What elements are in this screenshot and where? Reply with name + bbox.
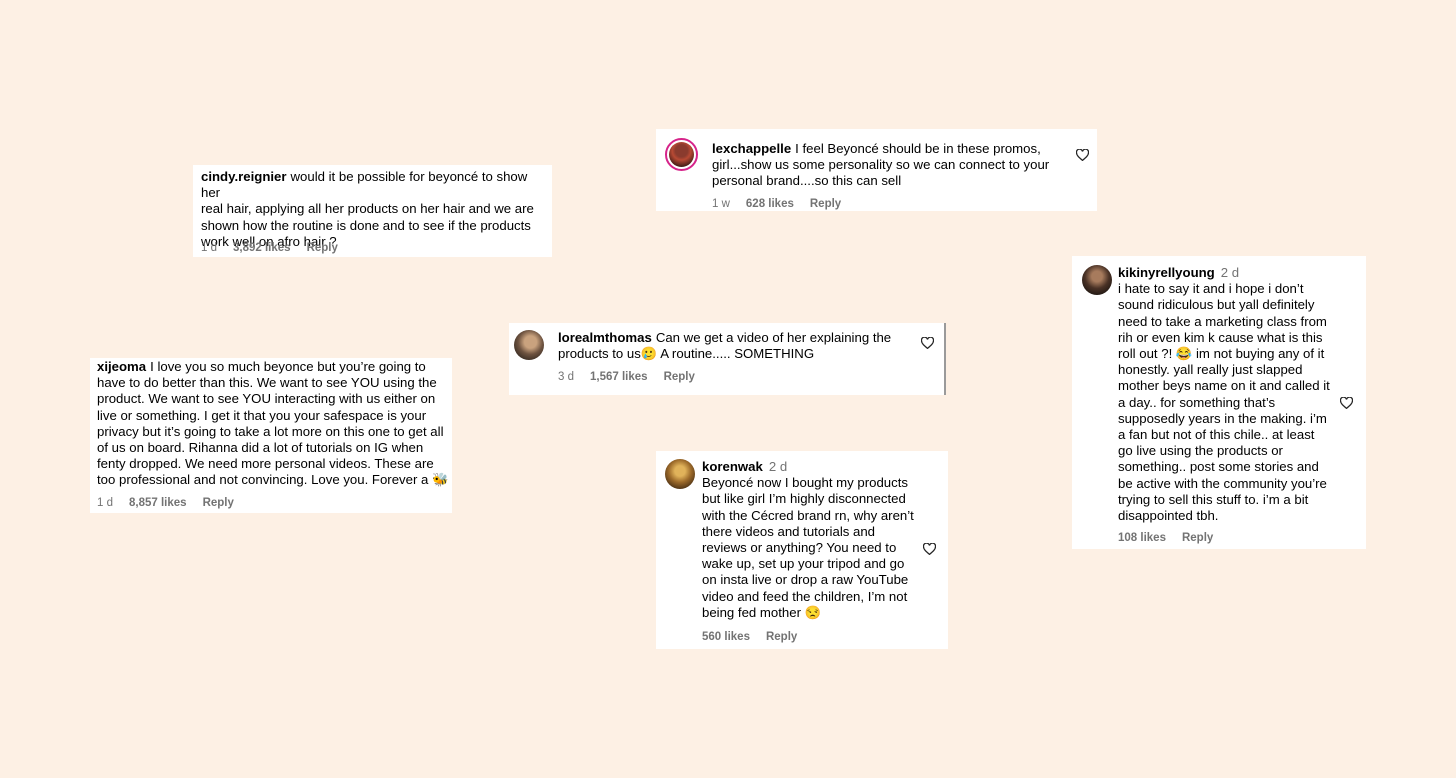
- comment-meta: 1 d 8,857 likes Reply: [97, 495, 250, 511]
- comment-meta: 560 likes Reply: [702, 629, 813, 645]
- heart-icon[interactable]: [1340, 397, 1353, 409]
- avatar[interactable]: [665, 138, 698, 171]
- comment-likes[interactable]: 3,892 likes: [233, 242, 291, 254]
- comment-body: lorealmthomas Can we get a video of her e…: [558, 330, 908, 362]
- reply-button[interactable]: Reply: [766, 631, 797, 643]
- comment-likes[interactable]: 1,567 likes: [590, 371, 648, 383]
- comment-text: i hate to say it and i hope i don’t soun…: [1118, 281, 1330, 524]
- comment-text: I love you so much beyonce but you’re go…: [97, 359, 449, 488]
- comment-card-lex: lexchappelle I feel Beyoncé should be in …: [656, 129, 1097, 211]
- comment-username[interactable]: lorealmthomas: [558, 330, 652, 345]
- comment-body: kikinyrellyoung 2 di hate to say it and i…: [1118, 265, 1358, 524]
- comment-likes[interactable]: 628 likes: [746, 198, 794, 210]
- comment-username[interactable]: xijeoma: [97, 359, 146, 374]
- avatar[interactable]: [1082, 265, 1112, 295]
- comment-age: 2 d: [1220, 265, 1240, 280]
- comment-body: xijeoma I love you so much beyonce but yo…: [97, 359, 449, 489]
- comment-age: 3 d: [558, 371, 574, 383]
- comment-likes[interactable]: 8,857 likes: [129, 497, 187, 509]
- comment-username[interactable]: kikinyrellyoung: [1118, 265, 1215, 280]
- comment-username[interactable]: korenwak: [702, 459, 763, 474]
- comment-age: 1 d: [201, 242, 217, 254]
- comment-card-xijeoma: xijeoma I love you so much beyonce but yo…: [90, 358, 452, 513]
- comment-meta: 108 likes Reply: [1118, 530, 1229, 546]
- comment-meta: 1 d 3,892 likes Reply: [201, 240, 354, 256]
- comment-username[interactable]: cindy.reignier: [201, 169, 287, 184]
- reply-button[interactable]: Reply: [810, 198, 841, 210]
- comment-likes[interactable]: 560 likes: [702, 631, 750, 643]
- reply-button[interactable]: Reply: [1182, 532, 1213, 544]
- heart-icon[interactable]: [1076, 149, 1089, 161]
- comment-card-koren: korenwak 2 d Beyoncé now I bought my produ…: [656, 451, 948, 649]
- comment-username[interactable]: lexchappelle: [712, 141, 791, 156]
- comment-card-cindy: cindy.reignier would it be possible for b…: [193, 165, 552, 257]
- comment-body: cindy.reignier would it be possible for b…: [201, 169, 549, 250]
- comment-meta: 3 d 1,567 likes Reply: [558, 369, 711, 385]
- avatar[interactable]: [514, 330, 544, 360]
- avatar[interactable]: [665, 459, 695, 489]
- comment-age: 1 d: [97, 497, 113, 509]
- heart-icon[interactable]: [923, 543, 936, 555]
- reply-button[interactable]: Reply: [203, 497, 234, 509]
- comment-body: lexchappelle I feel Beyoncé should be in …: [712, 141, 1062, 190]
- heart-icon[interactable]: [921, 337, 934, 349]
- comment-age: 1 w: [712, 198, 730, 210]
- comment-likes[interactable]: 108 likes: [1118, 532, 1166, 544]
- comments-collage: { "comments": { "cindy": { "username": "…: [0, 0, 1456, 778]
- comment-meta: 1 w 628 likes Reply: [712, 196, 857, 212]
- comment-card-kikiny: kikinyrellyoung 2 di hate to say it and i…: [1072, 256, 1366, 549]
- reply-button[interactable]: Reply: [307, 242, 338, 254]
- comment-body: korenwak 2 d Beyoncé now I bought my produ…: [702, 459, 942, 621]
- reply-button[interactable]: Reply: [664, 371, 695, 383]
- comment-text: Beyoncé now I bought my products but lik…: [702, 475, 914, 620]
- comment-age: 2 d: [768, 459, 788, 474]
- comment-card-loreal: lorealmthomas Can we get a video of her e…: [509, 323, 946, 395]
